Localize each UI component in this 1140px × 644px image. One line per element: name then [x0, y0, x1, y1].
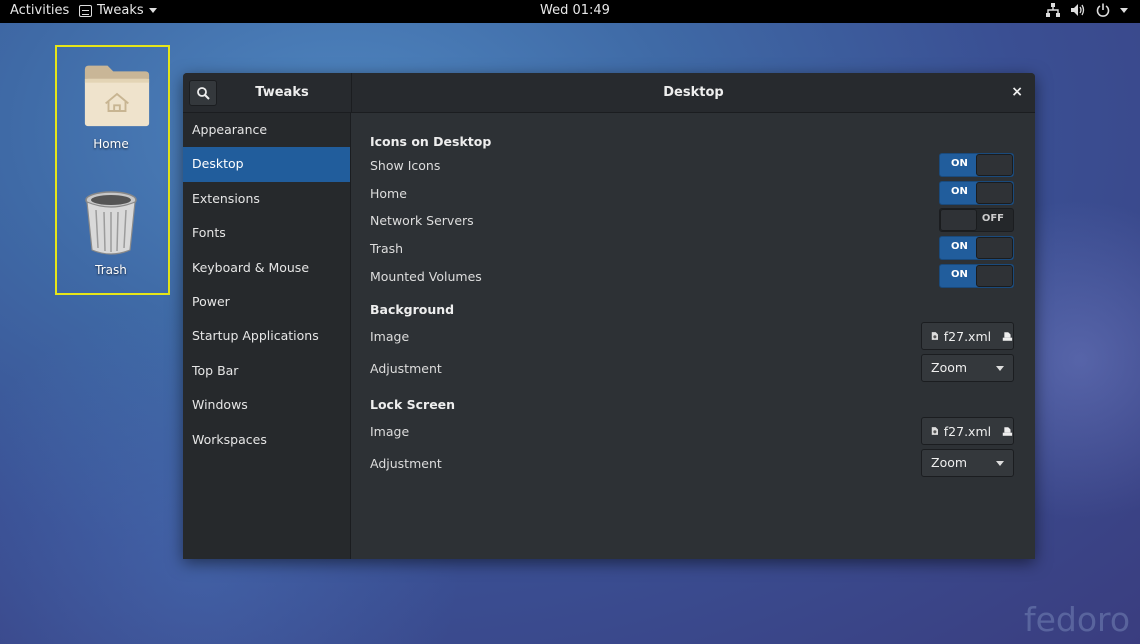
top-bar: Activities Tweaks Wed 01:49: [0, 0, 1140, 23]
switch-knob: [976, 182, 1013, 204]
switch-state: OFF: [981, 213, 1004, 224]
setting-label: Adjustment: [370, 456, 442, 471]
section-title-background: Background: [370, 302, 455, 317]
switch-state: ON: [951, 158, 968, 169]
chevron-down-icon: [148, 8, 157, 13]
switch-knob: [976, 265, 1013, 287]
desktop-item-home[interactable]: Home: [61, 60, 161, 155]
settings-panel: Icons on Desktop Show Icons ON Home ON N…: [352, 113, 1035, 559]
chevron-down-icon: [1120, 7, 1128, 13]
sidebar-item-windows[interactable]: Windows: [183, 388, 350, 422]
activities-button[interactable]: Activities: [10, 3, 69, 18]
network-icon: [1046, 3, 1060, 17]
sidebar-item-desktop[interactable]: Desktop: [183, 147, 350, 182]
lock-adjustment-select[interactable]: Zoom: [921, 449, 1014, 477]
file-name: f27.xml: [943, 423, 992, 439]
trash-icon-switch[interactable]: ON: [939, 236, 1014, 260]
setting-label: Home: [370, 186, 407, 201]
app-title: Tweaks: [255, 85, 309, 100]
switch-state: ON: [951, 269, 968, 280]
file-name: f27.xml: [943, 328, 992, 344]
sidebar-item-extensions[interactable]: Extensions: [183, 182, 350, 216]
setting-label: Image: [370, 329, 410, 344]
setting-label: Adjustment: [370, 361, 442, 376]
clock[interactable]: Wed 01:49: [540, 3, 610, 18]
volume-icon: [1071, 4, 1085, 16]
home-icon-switch[interactable]: ON: [939, 181, 1014, 205]
switch-knob: [976, 237, 1013, 259]
desktop-item-trash[interactable]: Trash: [61, 190, 161, 285]
switch-knob: [940, 209, 977, 231]
switch-state: ON: [951, 186, 968, 197]
select-value: Zoom: [931, 360, 968, 375]
network-servers-switch[interactable]: OFF: [939, 208, 1014, 232]
background-image-chooser[interactable]: f27.xml: [921, 322, 1014, 350]
sidebar-item-power[interactable]: Power: [183, 285, 350, 319]
tweaks-app-icon: [79, 4, 92, 17]
setting-label: Show Icons: [370, 158, 441, 173]
sidebar-item-top-bar[interactable]: Top Bar: [183, 354, 350, 388]
app-menu-label: Tweaks: [97, 3, 144, 18]
header-bar: Tweaks Desktop ×: [183, 73, 1035, 113]
sidebar-item-startup-applications[interactable]: Startup Applications: [183, 319, 350, 353]
tweaks-window: Tweaks Desktop × Appearance Desktop Exte…: [183, 73, 1035, 559]
fedora-watermark: fedoro: [1024, 600, 1131, 639]
section-title-lock-screen: Lock Screen: [370, 397, 456, 412]
switch-knob: [976, 154, 1013, 176]
sidebar-item-appearance[interactable]: Appearance: [183, 113, 350, 147]
background-adjustment-select[interactable]: Zoom: [921, 354, 1014, 382]
setting-label: Trash: [370, 241, 404, 256]
setting-label: Network Servers: [370, 213, 474, 228]
open-document-icon: [1002, 426, 1013, 436]
chevron-down-icon: [996, 366, 1004, 371]
switch-state: ON: [951, 241, 968, 252]
trash-icon: [85, 191, 137, 255]
home-folder-icon: [84, 65, 150, 127]
sidebar-item-workspaces[interactable]: Workspaces: [183, 423, 350, 457]
mounted-volumes-switch[interactable]: ON: [939, 264, 1014, 288]
chevron-down-icon: [996, 461, 1004, 466]
setting-label: Image: [370, 424, 410, 439]
setting-label: Mounted Volumes: [370, 269, 482, 284]
power-icon: [1096, 3, 1110, 17]
show-icons-switch[interactable]: ON: [939, 153, 1014, 177]
section-title-icons: Icons on Desktop: [370, 134, 492, 149]
file-icon: [931, 332, 939, 340]
close-icon[interactable]: ×: [1011, 84, 1023, 100]
lock-image-chooser[interactable]: f27.xml: [921, 417, 1014, 445]
sidebar: Appearance Desktop Extensions Fonts Keyb…: [183, 113, 351, 559]
sidebar-item-fonts[interactable]: Fonts: [183, 216, 350, 250]
file-icon: [931, 427, 939, 435]
app-menu[interactable]: Tweaks: [79, 3, 157, 18]
desktop-item-label: Home: [93, 137, 129, 151]
select-value: Zoom: [931, 455, 968, 470]
system-menu[interactable]: [1046, 3, 1128, 17]
panel-title: Desktop: [663, 85, 724, 100]
sidebar-item-keyboard-mouse[interactable]: Keyboard & Mouse: [183, 251, 350, 285]
desktop-item-label: Trash: [95, 263, 127, 277]
open-document-icon: [1002, 331, 1013, 341]
